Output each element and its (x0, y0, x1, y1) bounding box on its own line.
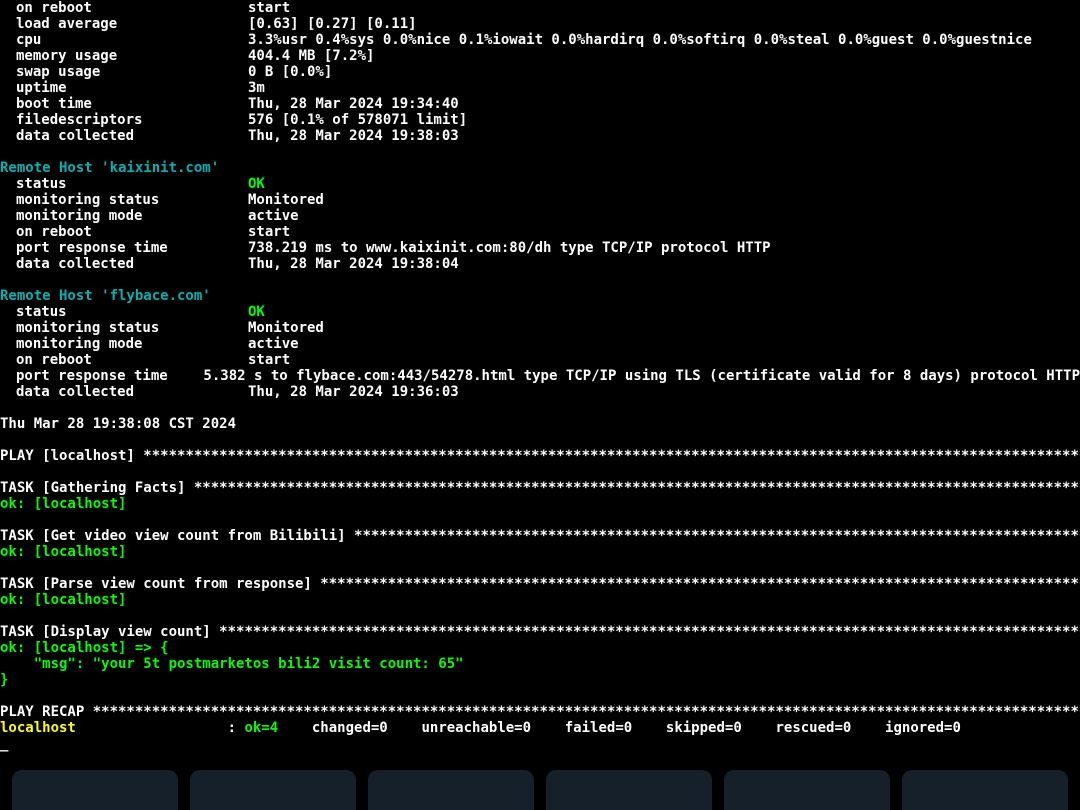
field-value: 5.382 s to flybace.com:443/54278.html ty… (203, 368, 1080, 384)
field-label: monitoring status (0, 320, 248, 336)
field-label: monitoring mode (0, 208, 248, 224)
field-value: Monitored (248, 192, 324, 208)
field-label: filedescriptors (0, 112, 248, 128)
field-label: data collected (0, 384, 248, 400)
ok-localhost-2: ok: [localhost] (0, 544, 1080, 560)
taskbar-button-2[interactable] (190, 770, 356, 810)
field-label: on reboot (0, 0, 248, 16)
play-line: PLAY [localhost] ***********************… (0, 448, 1080, 464)
task-parse-view: TASK [Parse view count from response] **… (0, 576, 1080, 592)
field-label: on reboot (0, 224, 248, 240)
field-label: data collected (0, 128, 248, 144)
ok-localhost-1: ok: [localhost] (0, 496, 1080, 512)
field-label: cpu (0, 32, 248, 48)
field-label: port response time (0, 368, 203, 384)
taskbar-button-3[interactable] (368, 770, 534, 810)
field-label: load average (0, 16, 248, 32)
timestamp-line: Thu Mar 28 19:38:08 CST 2024 (0, 416, 1080, 432)
field-value: Thu, 28 Mar 2024 19:36:03 (248, 384, 459, 400)
play-recap-line: PLAY RECAP *****************************… (0, 704, 1080, 720)
taskbar-button-4[interactable] (546, 770, 712, 810)
taskbar-button-1[interactable] (12, 770, 178, 810)
field-value: Thu, 28 Mar 2024 19:38:03 (248, 128, 459, 144)
close-brace: } (0, 672, 1080, 688)
field-label: status (0, 176, 248, 192)
field-value: start (248, 0, 290, 16)
ok-localhost-3: ok: [localhost] (0, 592, 1080, 608)
field-value: 576 [0.1% of 578071 limit] (248, 112, 467, 128)
taskbar-button-6[interactable] (902, 770, 1068, 810)
field-label: port response time (0, 240, 248, 256)
field-value: OK (248, 176, 265, 192)
field-value: OK (248, 304, 265, 320)
task-gathering-facts: TASK [Gathering Facts] *****************… (0, 480, 1080, 496)
field-value: Monitored (248, 320, 324, 336)
field-value: Thu, 28 Mar 2024 19:34:40 (248, 96, 459, 112)
field-label: uptime (0, 80, 248, 96)
field-value: 3.3%usr 0.4%sys 0.0%nice 0.1%iowait 0.0%… (248, 32, 1032, 48)
remote-host-1-header: Remote Host 'kaixinit.com' (0, 160, 219, 176)
field-label: on reboot (0, 352, 248, 368)
task-get-video: TASK [Get video view count from Bilibili… (0, 528, 1080, 544)
field-value: start (248, 352, 290, 368)
field-label: memory usage (0, 48, 248, 64)
system-status-block: on rebootstartload average[0.63] [0.27] … (0, 0, 1080, 144)
ok-localhost-4: ok: [localhost] => { (0, 640, 1080, 656)
remote-host-1-block: statusOKmonitoring statusMonitoredmonito… (0, 176, 1080, 272)
field-value: active (248, 208, 299, 224)
field-value: 738.219 ms to www.kaixinit.com:80/dh typ… (248, 240, 771, 256)
field-value: start (248, 224, 290, 240)
field-value: 404.4 MB [7.2%] (248, 48, 374, 64)
field-value: Thu, 28 Mar 2024 19:38:04 (248, 256, 459, 272)
field-label: boot time (0, 96, 248, 112)
field-label: monitoring mode (0, 336, 248, 352)
field-value: active (248, 336, 299, 352)
field-label: monitoring status (0, 192, 248, 208)
task-display-view: TASK [Display view count] **************… (0, 624, 1080, 640)
msg-line: "msg": "your 5t postmarketos bili2 visit… (0, 656, 1080, 672)
taskbar-button-5[interactable] (724, 770, 890, 810)
remote-host-2-block: statusOKmonitoring statusMonitoredmonito… (0, 304, 1080, 400)
field-label: swap usage (0, 64, 248, 80)
taskbar (0, 762, 1080, 810)
remote-host-2-header: Remote Host 'flybace.com' (0, 288, 211, 304)
field-label: status (0, 304, 248, 320)
field-value: 0 B [0.0%] (248, 64, 332, 80)
field-label: data collected (0, 256, 248, 272)
field-value: [0.63] [0.27] [0.11] (248, 16, 417, 32)
field-value: 3m (248, 80, 265, 96)
recap-stats: localhost : ok=4 changed=0 unreachable=0… (0, 720, 1080, 736)
